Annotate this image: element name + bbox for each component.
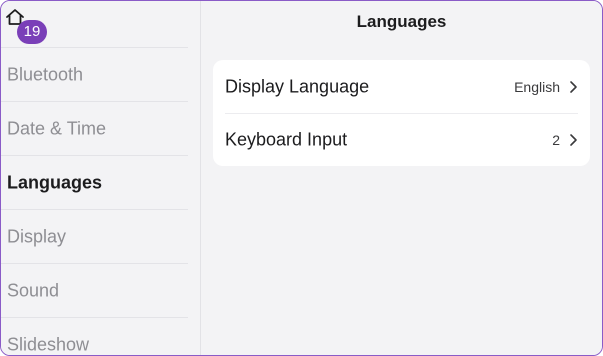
display-language-row[interactable]: Display Language English — [213, 60, 590, 113]
settings-window: 19 Bluetooth Date & Time Languages Displ… — [0, 0, 603, 356]
chevron-right-icon — [570, 133, 577, 146]
main-panel: Languages Display Language English Keybo… — [201, 1, 602, 355]
sidebar-item-slideshow[interactable]: Slideshow — [1, 318, 188, 355]
sidebar-item-sound[interactable]: Sound — [1, 264, 188, 318]
row-value: 2 — [552, 131, 560, 148]
sidebar-header: 19 — [1, 1, 188, 48]
sidebar-item-label: Slideshow — [7, 334, 90, 354]
settings-card: Display Language English Keyboard Input … — [213, 60, 590, 166]
sidebar: 19 Bluetooth Date & Time Languages Displ… — [1, 1, 201, 355]
notification-badge: 19 — [17, 20, 47, 44]
sidebar-item-languages[interactable]: Languages — [1, 156, 188, 210]
sidebar-item-label: Display — [7, 226, 67, 246]
page-title: Languages — [356, 12, 447, 31]
keyboard-input-row[interactable]: Keyboard Input 2 — [213, 113, 590, 166]
sidebar-item-label: Languages — [7, 172, 103, 192]
row-label: Keyboard Input — [225, 129, 348, 149]
sidebar-item-date-time[interactable]: Date & Time — [1, 102, 188, 156]
row-label: Display Language — [225, 76, 370, 96]
sidebar-item-label: Date & Time — [7, 118, 107, 138]
sidebar-item-label: Bluetooth — [7, 64, 84, 84]
row-value: English — [514, 78, 560, 95]
chevron-right-icon — [570, 80, 577, 93]
sidebar-item-display[interactable]: Display — [1, 210, 188, 264]
sidebar-item-label: Sound — [7, 280, 60, 300]
sidebar-item-bluetooth[interactable]: Bluetooth — [1, 48, 188, 102]
